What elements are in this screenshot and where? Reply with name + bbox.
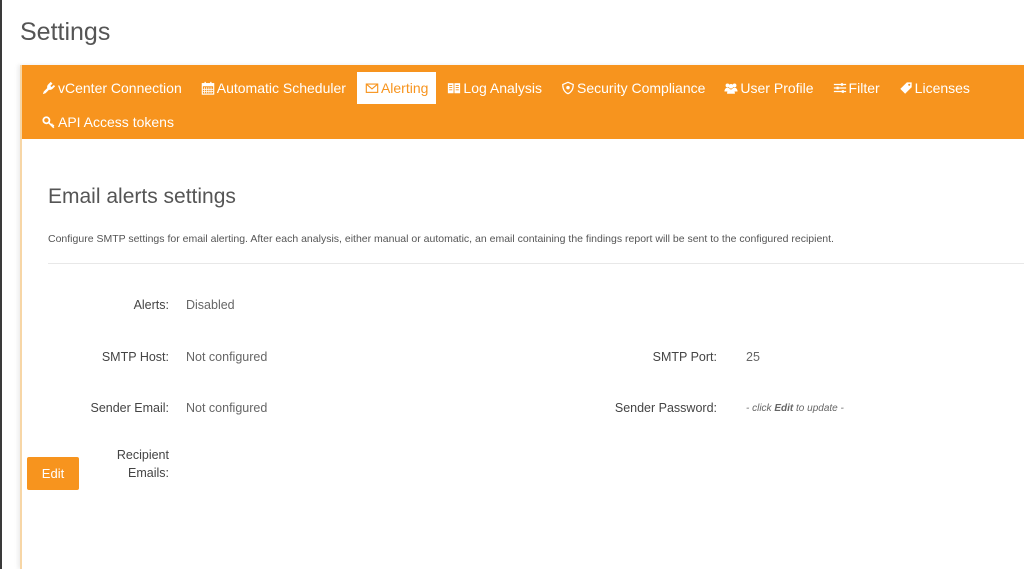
window-left-border — [0, 0, 2, 569]
tab-licenses[interactable]: Licenses — [891, 72, 978, 104]
tab-api-access-tokens[interactable]: API Access tokens — [34, 106, 182, 138]
hint-prefix: - click — [746, 403, 775, 414]
tab-label: Alerting — [380, 80, 429, 96]
smtp-port-value: 25 — [746, 350, 760, 364]
tab-label: vCenter Connection — [58, 80, 182, 96]
page-title: Settings — [20, 18, 111, 46]
tab-vcenter-connection[interactable]: vCenter Connection — [34, 72, 190, 104]
tab-label: User Profile — [740, 80, 814, 96]
sender-email-label: Sender Email: — [90, 401, 169, 415]
tag-icon — [899, 81, 913, 95]
section-divider — [48, 263, 1024, 264]
section-description: Configure SMTP settings for email alerti… — [48, 233, 834, 245]
plug-icon — [42, 81, 56, 95]
settings-panel: vCenter Connection Automatic Scheduler A… — [20, 65, 1024, 569]
sliders-icon — [833, 81, 847, 95]
hint-edit-word: Edit — [774, 403, 794, 414]
recipient-label-line1: Recipient — [116, 448, 169, 462]
tab-label: Licenses — [914, 80, 970, 96]
sender-password-hint: - click Edit to update - — [746, 403, 844, 414]
hint-suffix: to update - — [793, 403, 844, 414]
alerts-label: Alerts: — [133, 298, 169, 312]
tab-log-analysis[interactable]: Log Analysis — [439, 72, 550, 104]
sender-email-value: Not configured — [186, 401, 268, 415]
tab-label: Security Compliance — [577, 80, 706, 96]
tab-filter[interactable]: Filter — [825, 72, 888, 104]
section-title: Email alerts settings — [48, 185, 236, 208]
alerts-value: Disabled — [186, 298, 235, 312]
users-icon — [724, 81, 738, 95]
tab-label: API Access tokens — [58, 114, 174, 130]
smtp-host-value: Not configured — [186, 350, 268, 364]
tab-automatic-scheduler[interactable]: Automatic Scheduler — [193, 72, 354, 104]
recipient-label-line2: Emails: — [128, 466, 169, 480]
book-icon — [447, 81, 461, 95]
smtp-host-label: SMTP Host: — [101, 350, 169, 364]
tab-alerting[interactable]: Alerting — [356, 72, 437, 104]
tab-user-profile[interactable]: User Profile — [716, 72, 821, 104]
envelope-icon — [365, 81, 379, 95]
key-icon — [42, 115, 56, 129]
settings-tabs: vCenter Connection Automatic Scheduler A… — [22, 65, 1024, 139]
tab-label: Filter — [848, 80, 880, 96]
tab-label: Log Analysis — [463, 80, 543, 96]
edit-button[interactable]: Edit — [27, 457, 79, 490]
calendar-icon — [201, 81, 215, 95]
tab-label: Automatic Scheduler — [216, 80, 346, 96]
sender-password-label: Sender Password: — [614, 401, 717, 415]
tab-security-compliance[interactable]: Security Compliance — [553, 72, 713, 104]
smtp-port-label: SMTP Port: — [652, 350, 717, 364]
shield-icon — [561, 81, 575, 95]
